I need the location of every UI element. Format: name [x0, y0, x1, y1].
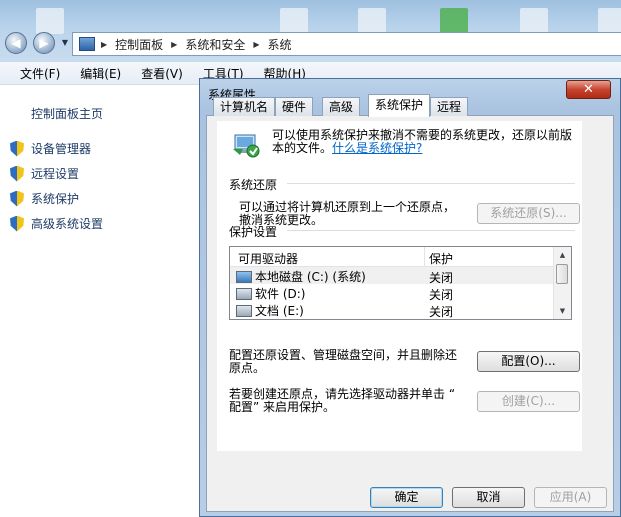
tab-advanced[interactable]: 高级 [322, 97, 361, 116]
scroll-thumb[interactable] [556, 264, 568, 284]
apply-button[interactable]: 应用(A) [534, 487, 607, 508]
sidebar-item-label: 设备管理器 [31, 142, 92, 156]
drive-name: 本地磁盘 (C:) (系统) [255, 270, 366, 284]
address-bar[interactable]: ▶ 控制面板 ▶ 系统和安全 ▶ 系统 [72, 32, 621, 56]
shield-icon [10, 190, 24, 207]
list-scrollbar[interactable]: ▲ ▼ [553, 247, 571, 319]
cancel-button[interactable]: 取消 [452, 487, 525, 508]
control-panel-icon [79, 37, 95, 51]
file-icon [598, 8, 621, 34]
intro-line-1: 可以使用系统保护来撤消不需要的系统更改，还原以前版 [272, 128, 573, 142]
sidebar-item-label: 远程设置 [31, 167, 80, 181]
system-restore-group-title: 系统还原 [229, 178, 278, 192]
drive-cell: 本地磁盘 (C:) (系统) [236, 268, 366, 285]
restore-desc-line-1: 可以通过将计算机还原到上一个还原点， [239, 200, 456, 214]
group-divider [287, 183, 575, 184]
history-dropdown-icon[interactable]: ▼ [60, 38, 70, 48]
back-button[interactable]: ◀ [5, 32, 27, 54]
breadcrumb-arrow-icon[interactable]: ▶ [101, 40, 107, 49]
menu-view[interactable]: 查看(V) [141, 65, 183, 82]
create-desc-line-1: 若要创建还原点，请先选择驱动器并单击 “ [229, 387, 456, 401]
sidebar-item-label: 高级系统设置 [31, 217, 104, 231]
tab-remote[interactable]: 远程 [430, 97, 469, 116]
file-icon [440, 8, 468, 34]
drive-cell: 文档 (E:) [236, 302, 304, 319]
file-icon [36, 8, 64, 34]
tab-computer-name[interactable]: 计算机名 [213, 97, 276, 116]
sidebar-item-label: 系统保护 [31, 192, 80, 206]
create-description: 若要创建还原点，请先选择驱动器并单击 “ 配置” 来启用保护。 [229, 388, 455, 414]
breadcrumb-arrow-icon[interactable]: ▶ [253, 40, 259, 49]
drive-name: 软件 (D:) [255, 287, 306, 301]
configure-button[interactable]: 配置(O)... [477, 351, 580, 372]
sidebar-item-system-protection[interactable]: 系统保护 [10, 190, 79, 207]
sidebar-home-link[interactable]: 控制面板主页 [31, 105, 103, 122]
drive-cell: 软件 (D:) [236, 285, 305, 302]
forward-button[interactable]: ▶ [33, 32, 55, 54]
tab-system-protection[interactable]: 系统保护 [368, 94, 431, 117]
sidebar: 控制面板主页 设备管理器 远程设置 系统保护 高级系统设置 [0, 85, 200, 517]
shield-icon [10, 140, 24, 157]
list-item[interactable]: 文档 (E:) 关闭 [230, 301, 555, 319]
column-header-drive[interactable]: 可用驱动器 [238, 250, 298, 267]
ok-button[interactable]: 确定 [370, 487, 443, 508]
system-protection-icon [233, 134, 260, 158]
tab-hardware[interactable]: 硬件 [275, 97, 314, 116]
sidebar-item-advanced[interactable]: 高级系统设置 [10, 215, 103, 232]
shield-icon [10, 165, 24, 182]
breadcrumb-system[interactable]: 系统 [268, 36, 292, 53]
scroll-down-icon[interactable]: ▼ [554, 303, 571, 319]
system-restore-button[interactable]: 系统还原(S)... [477, 203, 580, 224]
breadcrumb-security[interactable]: 系统和安全 [185, 36, 245, 53]
scroll-up-icon[interactable]: ▲ [554, 247, 571, 263]
config-desc-line-1: 配置还原设置、管理磁盘空间，并且删除还 [229, 348, 458, 362]
sidebar-item-remote[interactable]: 远程设置 [10, 165, 79, 182]
drive-list[interactable]: 可用驱动器 保护 本地磁盘 (C:) (系统) 关闭 软件 (D:) 关闭 文档… [229, 246, 572, 320]
intro-line-2: 本的文件。 [272, 141, 333, 155]
create-desc-line-2: 配置” 来启用保护。 [229, 400, 336, 414]
group-divider [287, 230, 575, 231]
protection-settings-group-title: 保护设置 [229, 225, 278, 239]
breadcrumb-arrow-icon[interactable]: ▶ [171, 40, 177, 49]
file-icon [280, 8, 308, 34]
menu-file[interactable]: 文件(F) [20, 65, 60, 82]
drive-icon [236, 304, 252, 317]
sidebar-item-device-manager[interactable]: 设备管理器 [10, 140, 91, 157]
tab-panel-system-protection: 可以使用系统保护来撤消不需要的系统更改，还原以前版 本的文件。什么是系统保护? … [217, 121, 582, 451]
list-header: 可用驱动器 保护 [230, 247, 555, 267]
shield-icon [10, 215, 24, 232]
menu-edit[interactable]: 编辑(E) [80, 65, 121, 82]
drive-name: 文档 (E:) [255, 304, 304, 318]
config-desc-line-2: 原点。 [229, 361, 266, 375]
file-icon [520, 8, 548, 34]
file-icon [358, 8, 386, 34]
drive-protection-status: 关闭 [429, 305, 454, 319]
breadcrumb-control-panel[interactable]: 控制面板 [115, 36, 163, 53]
column-header-protection[interactable]: 保护 [429, 250, 453, 267]
drive-icon [236, 287, 252, 300]
column-divider[interactable] [424, 247, 425, 266]
what-is-system-protection-link[interactable]: 什么是系统保护? [332, 141, 422, 155]
configure-description: 配置还原设置、管理磁盘空间，并且删除还 原点。 [229, 349, 457, 375]
list-item[interactable]: 软件 (D:) 关闭 [230, 284, 555, 302]
dialog-body: 计算机名 硬件 高级 系统保护 远程 可以使用系统保护来撤消不需要的系统更改，还… [206, 94, 614, 512]
list-item[interactable]: 本地磁盘 (C:) (系统) 关闭 [230, 267, 555, 285]
close-button[interactable]: ✕ [566, 80, 611, 99]
system-properties-dialog: 系统属性 ✕ 计算机名 硬件 高级 系统保护 远程 可以使用系统保护来撤消不需要… [199, 78, 621, 517]
intro-text: 可以使用系统保护来撤消不需要的系统更改，还原以前版 本的文件。什么是系统保护? [272, 129, 572, 155]
create-button[interactable]: 创建(C)... [477, 391, 580, 412]
system-drive-icon [236, 270, 252, 283]
